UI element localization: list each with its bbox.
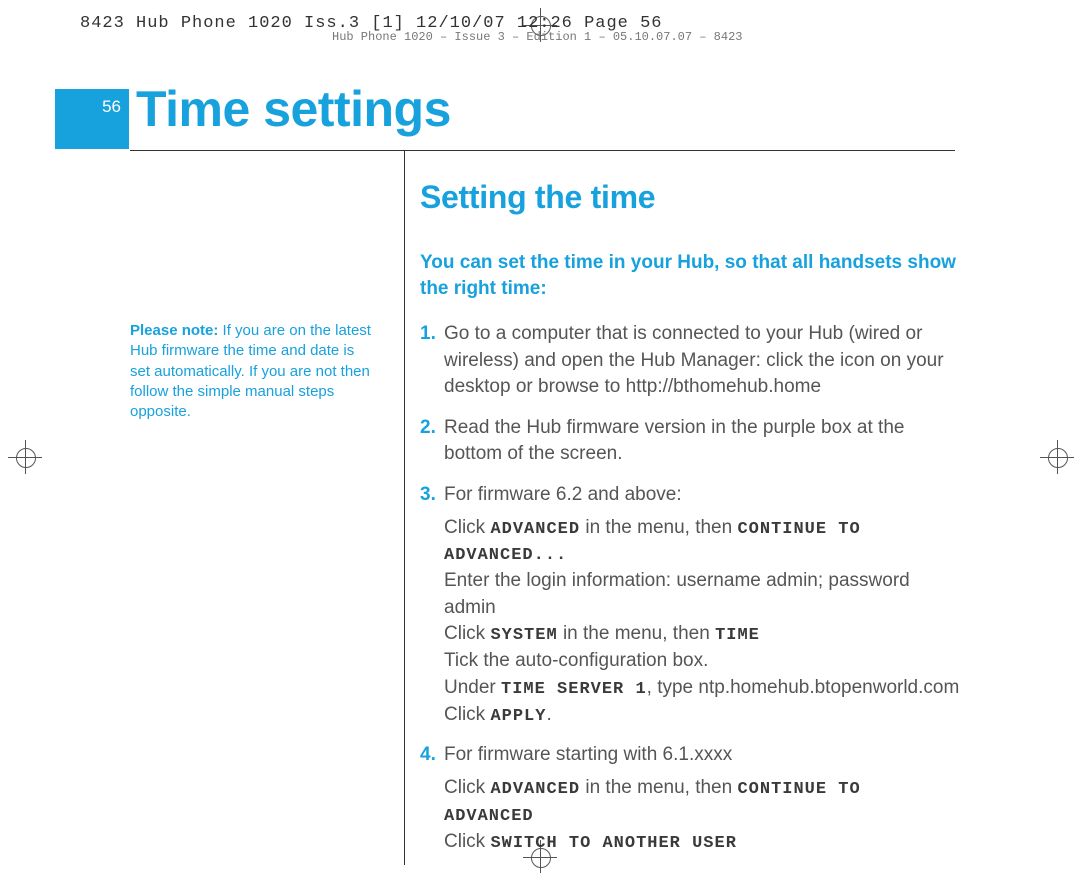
step-text: Go to a computer that is connected to yo… [444, 323, 944, 397]
ui-label: APPLY [490, 707, 546, 726]
print-slug-line-secondary: Hub Phone 1020 – Issue 3 – Edition 1 – 0… [332, 30, 762, 44]
ui-label: TIME [715, 626, 760, 645]
substep-text: Tick the auto-configuration box. [444, 648, 960, 675]
step-number: 1. [420, 321, 436, 348]
substep-text: Enter the login information: username ad… [444, 568, 960, 621]
sidebar-note: Please note: If you are on the latest Hu… [130, 321, 375, 422]
substep-text: Click [444, 831, 490, 852]
lead-paragraph: You can set the time in your Hub, so tha… [420, 250, 960, 303]
main-content: Setting the time You can set the time in… [420, 175, 960, 869]
sidebar-note-label: Please note: [130, 322, 218, 339]
substep-block: Click ADVANCED in the menu, then CONTINU… [444, 515, 960, 729]
ui-label: SWITCH TO ANOTHER USER [490, 834, 736, 853]
ui-label: ADVANCED [490, 520, 580, 539]
substep-text: Click [444, 623, 490, 644]
substep-text: Click [444, 704, 490, 725]
substep-text: . [546, 704, 551, 725]
substep-block: Click ADVANCED in the menu, then CONTINU… [444, 775, 960, 855]
step-text: For firmware starting with 6.1.xxxx [444, 744, 732, 765]
chapter-title: Time settings [136, 80, 451, 138]
ui-label: TIME SERVER 1 [501, 680, 647, 699]
step-item: 4. For firmware starting with 6.1.xxxx C… [420, 742, 960, 855]
ui-label: SYSTEM [490, 626, 557, 645]
step-text: For firmware 6.2 and above: [444, 484, 682, 505]
horizontal-rule [130, 150, 955, 151]
substep-text: Under [444, 677, 501, 698]
step-number: 2. [420, 415, 436, 442]
substep-text: Click [444, 777, 490, 798]
step-item: 2. Read the Hub firmware version in the … [420, 415, 960, 468]
step-item: 3. For firmware 6.2 and above: Click ADV… [420, 482, 960, 728]
substep-text: in the menu, then [580, 777, 737, 798]
step-list: 1. Go to a computer that is connected to… [420, 321, 960, 855]
vertical-rule [404, 150, 405, 865]
substep-text: in the menu, then [580, 517, 737, 538]
registration-mark-icon [8, 440, 42, 474]
step-number: 3. [420, 482, 436, 509]
substep-text: in the menu, then [558, 623, 715, 644]
substep-text: Click [444, 517, 490, 538]
ui-label: ADVANCED [490, 780, 580, 799]
manual-page: 8423 Hub Phone 1020 Iss.3 [1] 12/10/07 1… [0, 0, 1080, 873]
registration-mark-icon [1040, 440, 1074, 474]
page-number-badge: 56 [55, 89, 129, 149]
section-title: Setting the time [420, 175, 960, 220]
substep-text: , type ntp.homehub.btopenworld.com [647, 677, 960, 698]
step-number: 4. [420, 742, 436, 769]
step-item: 1. Go to a computer that is connected to… [420, 321, 960, 401]
step-text: Read the Hub firmware version in the pur… [444, 417, 904, 465]
